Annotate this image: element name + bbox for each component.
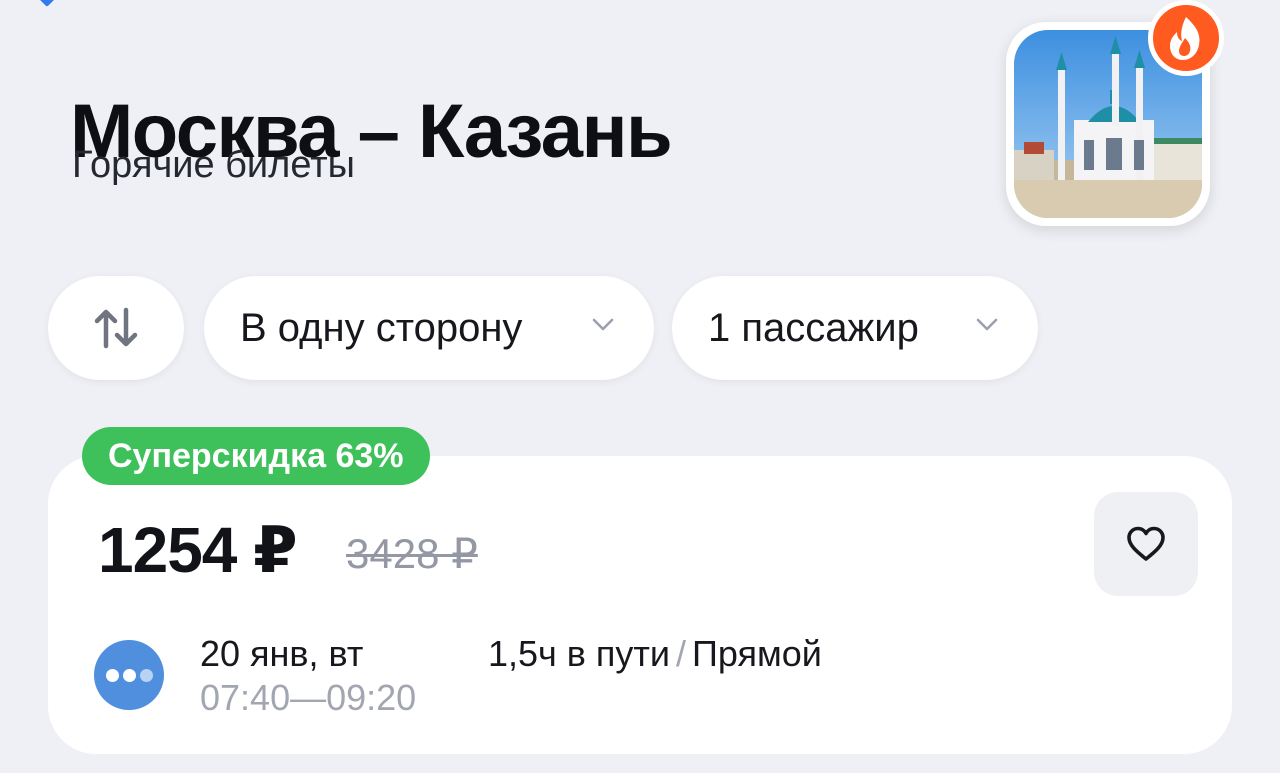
carrier-logo-icon: [94, 640, 164, 710]
discount-badge: Суперскидка 63%: [82, 427, 430, 485]
back-indicator-icon: [37, 0, 57, 7]
ticket-old-price: 3428 ₽: [346, 530, 478, 577]
ticket-price: 1254 ₽: [98, 514, 298, 586]
info-separator: /: [676, 633, 687, 674]
passengers-dropdown[interactable]: 1 пассажир: [672, 276, 1038, 380]
trip-type-label: В одну сторону: [240, 305, 523, 350]
flight-info: 1,5ч в пути / Прямой: [488, 632, 822, 676]
time-separator: —: [290, 677, 327, 718]
flight-stops: Прямой: [692, 633, 822, 674]
swap-arrows-icon: [94, 307, 138, 349]
page-subtitle: Горячие билеты: [72, 144, 355, 186]
arrival-time: 09:20: [326, 677, 417, 718]
departure-date: 20 янв, вт: [200, 633, 364, 674]
fire-icon: [1148, 0, 1224, 76]
flight-times: 07:40—09:20: [200, 676, 416, 720]
favorite-button[interactable]: [1094, 492, 1198, 596]
departure-time: 07:40: [200, 677, 291, 718]
swap-direction-button[interactable]: [48, 276, 184, 380]
chevron-down-icon: [976, 318, 998, 331]
flight-duration: 1,5ч в пути: [488, 633, 671, 674]
trip-type-dropdown[interactable]: В одну сторону: [204, 276, 654, 380]
passengers-label: 1 пассажир: [708, 305, 919, 350]
chevron-down-icon: [592, 318, 614, 331]
heart-icon: [1127, 526, 1165, 561]
